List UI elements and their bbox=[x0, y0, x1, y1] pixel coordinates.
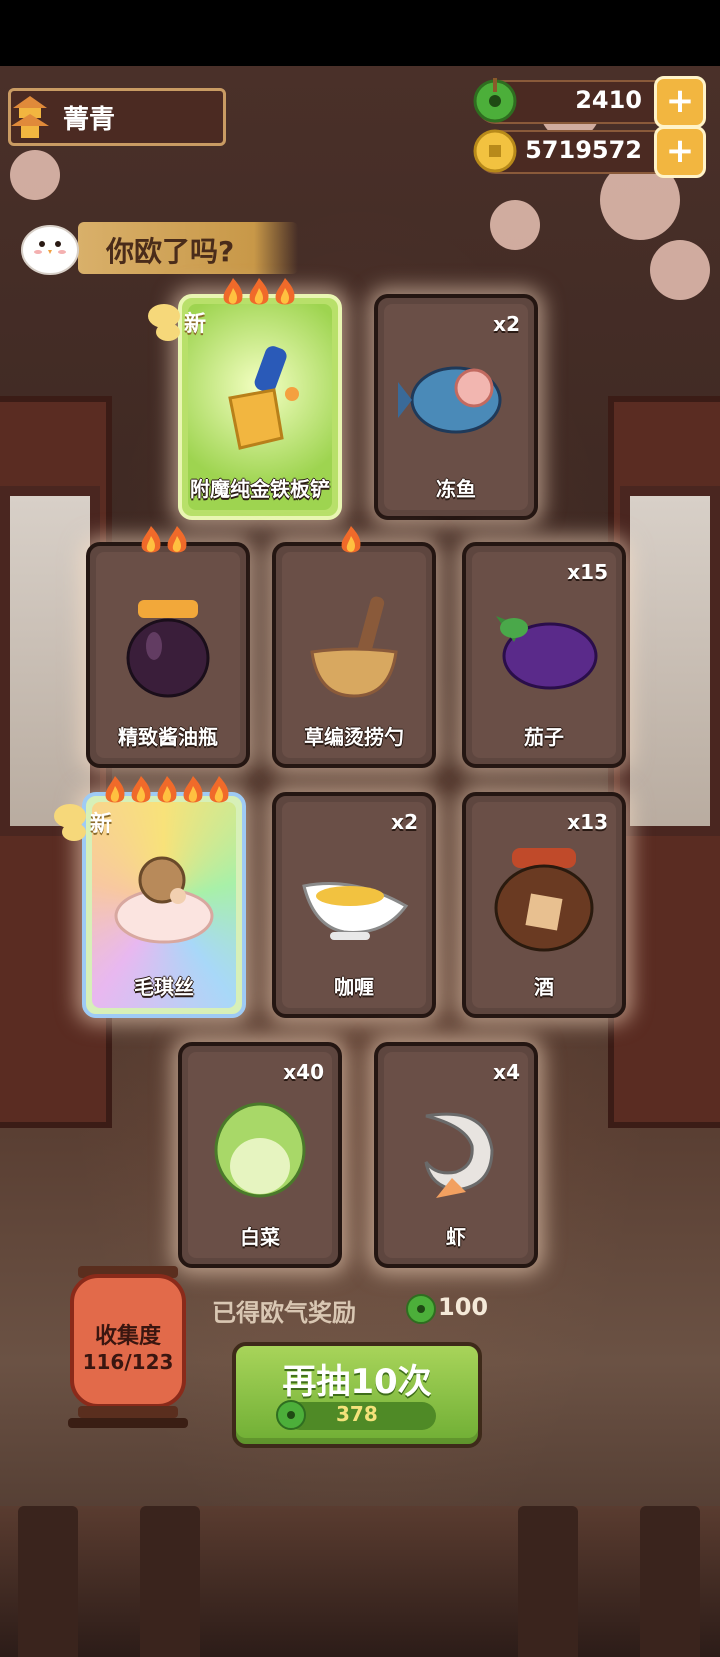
chick-mascot-icon bbox=[21, 225, 79, 275]
item-count: x40 bbox=[283, 1060, 324, 1084]
player-name: 菁青 bbox=[63, 104, 116, 135]
flame-icon bbox=[249, 278, 269, 305]
card-label: 附魔纯金铁板铲 bbox=[190, 477, 330, 501]
flame-icon bbox=[341, 526, 361, 553]
jade-currency-bar: 2410 + bbox=[473, 76, 706, 128]
curry-gravy-boat-icon bbox=[302, 882, 409, 940]
add-jade-button[interactable]: + bbox=[654, 76, 706, 128]
blossom-decoration bbox=[490, 200, 540, 250]
golden-spatula-icon bbox=[228, 346, 299, 450]
reward-card[interactable]: 草编烫捞勺 bbox=[272, 542, 436, 768]
flame-icon bbox=[167, 526, 187, 553]
card-label: 虾 bbox=[446, 1225, 466, 1249]
card-label: 茄子 bbox=[524, 725, 564, 749]
card-label: 白菜 bbox=[240, 1225, 280, 1249]
right-window-decoration bbox=[620, 486, 720, 836]
gold-coin-icon bbox=[473, 129, 517, 173]
floor-railing bbox=[0, 1506, 720, 1657]
card-label: 毛琪丝 bbox=[134, 975, 194, 999]
add-gold-button[interactable]: + bbox=[654, 126, 706, 178]
status-bar bbox=[0, 0, 720, 66]
jade-amount: 2410 bbox=[575, 86, 642, 114]
flame-icon bbox=[209, 776, 229, 803]
blossom-decoration bbox=[650, 240, 710, 300]
draw-button-label: 再抽10次 bbox=[282, 1362, 432, 1402]
reward-card[interactable]: x13 酒 bbox=[462, 792, 626, 1018]
frozen-fish-icon bbox=[398, 366, 502, 434]
card-label: 草编烫捞勺 bbox=[304, 725, 404, 749]
item-count: x15 bbox=[567, 560, 608, 584]
rarity-flames bbox=[138, 524, 190, 558]
jade-coin-icon bbox=[276, 1400, 306, 1430]
collection-progress: 116/123 bbox=[82, 1350, 174, 1374]
reward-card[interactable]: 精致酱油瓶 bbox=[86, 542, 250, 768]
item-count: x2 bbox=[391, 810, 418, 834]
railing-post bbox=[518, 1506, 578, 1657]
reward-label: 已得欧气奖励 bbox=[212, 1299, 356, 1327]
reward-card[interactable]: x40 白菜 bbox=[178, 1042, 342, 1268]
collection-title: 收集度 bbox=[94, 1324, 161, 1349]
item-count: x13 bbox=[567, 810, 608, 834]
pagoda-icon bbox=[11, 96, 49, 138]
lucky-banner: 你欧了吗? bbox=[78, 222, 298, 274]
rarity-flames bbox=[338, 524, 364, 558]
new-tag: 新 bbox=[48, 800, 148, 844]
hermit-crab-pig-icon bbox=[114, 856, 214, 944]
player-name-plate[interactable]: 菁青 bbox=[8, 88, 226, 146]
gold-currency-bar: 5719572 + bbox=[473, 126, 706, 178]
jade-coin-icon bbox=[406, 1294, 436, 1324]
draw-cost: 378 bbox=[336, 1402, 378, 1426]
flame-icon bbox=[141, 526, 161, 553]
new-label: 新 bbox=[184, 312, 207, 337]
soy-sauce-jar-icon bbox=[126, 600, 210, 698]
shrimp-icon bbox=[424, 1112, 494, 1198]
card-label: 酒 bbox=[534, 975, 554, 999]
gold-amount: 5719572 bbox=[525, 136, 642, 164]
wine-jar-icon bbox=[494, 848, 594, 952]
railing-post bbox=[18, 1506, 78, 1657]
left-window-decoration bbox=[0, 486, 100, 836]
flame-icon bbox=[183, 776, 203, 803]
flame-icon bbox=[275, 278, 295, 305]
railing-post bbox=[640, 1506, 700, 1657]
banner-text: 你欧了吗? bbox=[106, 235, 235, 268]
reward-card[interactable]: x2 冻鱼 bbox=[374, 294, 538, 520]
item-count: x2 bbox=[493, 312, 520, 336]
card-label: 咖喱 bbox=[334, 975, 374, 999]
card-label: 精致酱油瓶 bbox=[118, 725, 218, 749]
card-label: 冻鱼 bbox=[436, 477, 476, 501]
railing-post bbox=[140, 1506, 200, 1657]
blossom-decoration bbox=[10, 150, 60, 200]
eggplant-icon bbox=[496, 616, 598, 690]
reward-card[interactable]: x4 虾 bbox=[374, 1042, 538, 1268]
new-label: 新 bbox=[90, 812, 113, 837]
reward-card[interactable]: x15 茄子 bbox=[462, 542, 626, 768]
reward-value: 100 bbox=[438, 1293, 489, 1321]
straw-ladle-icon bbox=[310, 596, 398, 698]
flame-icon bbox=[157, 776, 177, 803]
draw-again-button[interactable]: 再抽10次 378 bbox=[232, 1342, 482, 1448]
reward-card[interactable]: x2 咖喱 bbox=[272, 792, 436, 1018]
item-count: x4 bbox=[493, 1060, 520, 1084]
new-tag: 新 bbox=[142, 300, 242, 344]
napa-cabbage-icon bbox=[214, 1102, 306, 1198]
jade-coin-icon bbox=[473, 78, 517, 123]
